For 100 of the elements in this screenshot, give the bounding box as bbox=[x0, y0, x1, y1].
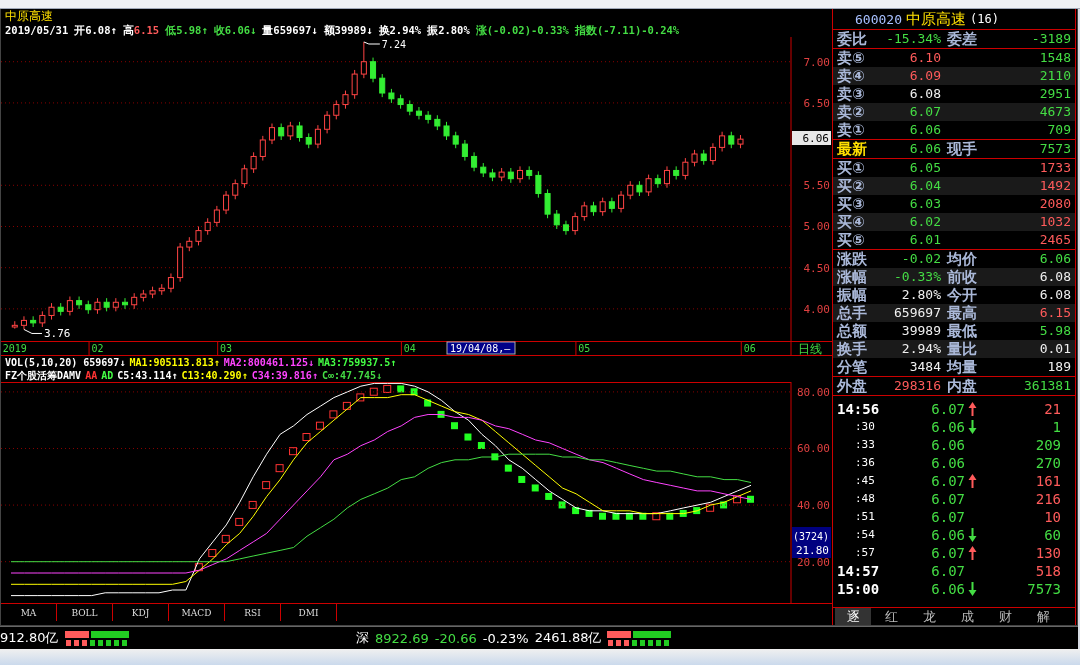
price-axis-label: 5.50 bbox=[803, 179, 830, 193]
trade-time: 15:00 bbox=[837, 580, 881, 599]
quote-value: 2465 bbox=[1038, 231, 1071, 249]
candlestick bbox=[342, 90, 349, 110]
quote-label: 外盘 bbox=[837, 377, 868, 395]
candlestick bbox=[360, 41, 367, 79]
indicator-legend-text: C13:40.290↑ bbox=[181, 369, 248, 382]
quote-value: 1032 bbox=[1038, 213, 1071, 231]
quote-value: 361381 bbox=[1023, 377, 1071, 395]
market-amount: 2461.88亿 bbox=[534, 629, 602, 647]
quote-value: 2110 bbox=[1038, 67, 1071, 85]
quote-value: 189 bbox=[1046, 358, 1071, 376]
quote-label: 现手 bbox=[945, 140, 978, 158]
trade-time: 14:56 bbox=[837, 400, 881, 419]
trade-price: 6.07 bbox=[930, 490, 965, 508]
quote-value: 3484 bbox=[908, 358, 941, 376]
candlestick bbox=[122, 297, 129, 310]
quote-value: 1548 bbox=[1038, 49, 1071, 67]
candlestick bbox=[700, 149, 707, 166]
quote-label: 买③ bbox=[837, 195, 866, 213]
index-percent: -0.23% bbox=[482, 630, 529, 646]
candlestick bbox=[305, 132, 312, 149]
trade-price: 6.07 bbox=[930, 472, 965, 491]
index-value: 8922.69 bbox=[375, 630, 429, 646]
indicator-legend-text: AD bbox=[101, 369, 114, 382]
candlestick bbox=[682, 157, 689, 181]
candlestick bbox=[572, 212, 579, 236]
date-axis-label: 04 bbox=[403, 343, 416, 354]
quote-value: 6.15 bbox=[1038, 304, 1071, 322]
candlestick bbox=[737, 134, 744, 149]
quote-summary-text: 开6.08↑ bbox=[74, 23, 117, 37]
candlestick bbox=[241, 164, 248, 189]
candlestick bbox=[489, 168, 496, 182]
candlestick bbox=[48, 302, 55, 321]
candlestick bbox=[562, 220, 569, 236]
date-axis-label: 02 bbox=[91, 343, 104, 354]
stock-count: (16) bbox=[969, 12, 999, 26]
quote-value: 1733 bbox=[1038, 159, 1071, 177]
quote-label: 分笔 bbox=[837, 358, 868, 376]
quote-value: 6.10 bbox=[908, 49, 941, 67]
trade-price: 6.07 bbox=[930, 400, 965, 419]
quote-value: 2951 bbox=[1038, 85, 1071, 103]
candlestick bbox=[608, 197, 615, 213]
candlestick bbox=[85, 300, 92, 315]
candlestick bbox=[11, 320, 18, 330]
candlestick bbox=[452, 131, 459, 149]
trade-volume: 216 bbox=[1034, 490, 1061, 508]
quote-value: 6.09 bbox=[908, 67, 941, 85]
candlestick bbox=[250, 151, 257, 174]
price-axis-label: 5.00 bbox=[803, 220, 830, 234]
quote-label: 买② bbox=[837, 177, 866, 195]
candlestick bbox=[673, 165, 680, 181]
candlestick bbox=[268, 123, 275, 145]
candlestick bbox=[590, 201, 597, 217]
panel-tab[interactable]: 逐 bbox=[835, 608, 871, 625]
trade-price: 6.06 bbox=[930, 418, 965, 437]
indicator-axis-label: 20.00 bbox=[796, 555, 830, 569]
quote-value: -15.34% bbox=[885, 30, 941, 48]
quote-summary-text: 额39989↓ bbox=[323, 23, 373, 37]
quote-label: 卖① bbox=[837, 121, 866, 139]
candlestick bbox=[333, 99, 340, 120]
indicator-axis-label: 60.00 bbox=[796, 442, 830, 456]
quote-value: 7573 bbox=[1038, 140, 1071, 158]
quote-label: 最新 bbox=[837, 140, 868, 158]
trade-time: :45 bbox=[854, 473, 876, 489]
trade-volume: 270 bbox=[1034, 454, 1061, 472]
candlestick bbox=[709, 142, 716, 166]
indicator-axis-label: 80.00 bbox=[796, 385, 830, 399]
price-axis-label: 4.50 bbox=[803, 261, 830, 275]
trade-volume: 518 bbox=[1034, 562, 1061, 580]
low-price-label: 3.76 bbox=[43, 327, 71, 341]
candlestick bbox=[167, 272, 174, 293]
candlestick bbox=[636, 180, 643, 197]
market-breadth-drawing bbox=[64, 630, 129, 646]
candlestick bbox=[406, 99, 413, 116]
quote-value: 298316 bbox=[893, 377, 941, 395]
leader-line bbox=[23, 328, 43, 334]
quote-value: 6.05 bbox=[908, 159, 941, 177]
indicator-marker: (3724) 21.80 bbox=[792, 527, 831, 558]
quote-value: 4673 bbox=[1038, 103, 1071, 121]
quote-value: 6.06 bbox=[908, 140, 941, 158]
market-breadth-drawing bbox=[607, 630, 672, 646]
candlestick bbox=[553, 209, 560, 230]
price-axis-label: 7.00 bbox=[803, 55, 830, 69]
quote-label: 今开 bbox=[946, 286, 978, 304]
candlestick bbox=[158, 283, 165, 296]
trade-time: :33 bbox=[854, 437, 876, 453]
candlestick bbox=[57, 302, 64, 316]
period-label: 日线 bbox=[798, 342, 822, 355]
candlestick bbox=[461, 139, 468, 162]
candlestick bbox=[324, 110, 331, 134]
trade-volume: 10 bbox=[1043, 508, 1061, 526]
quote-summary-text: 换2.94% bbox=[378, 23, 422, 37]
indicator-legend-text: C5:43.114↑ bbox=[117, 369, 178, 382]
candlestick bbox=[663, 165, 670, 189]
candlestick bbox=[66, 296, 73, 316]
quote-label: 均量 bbox=[945, 358, 978, 376]
candlestick bbox=[195, 226, 202, 246]
trade-time: 14:57 bbox=[837, 562, 881, 580]
candlestick bbox=[296, 121, 303, 143]
